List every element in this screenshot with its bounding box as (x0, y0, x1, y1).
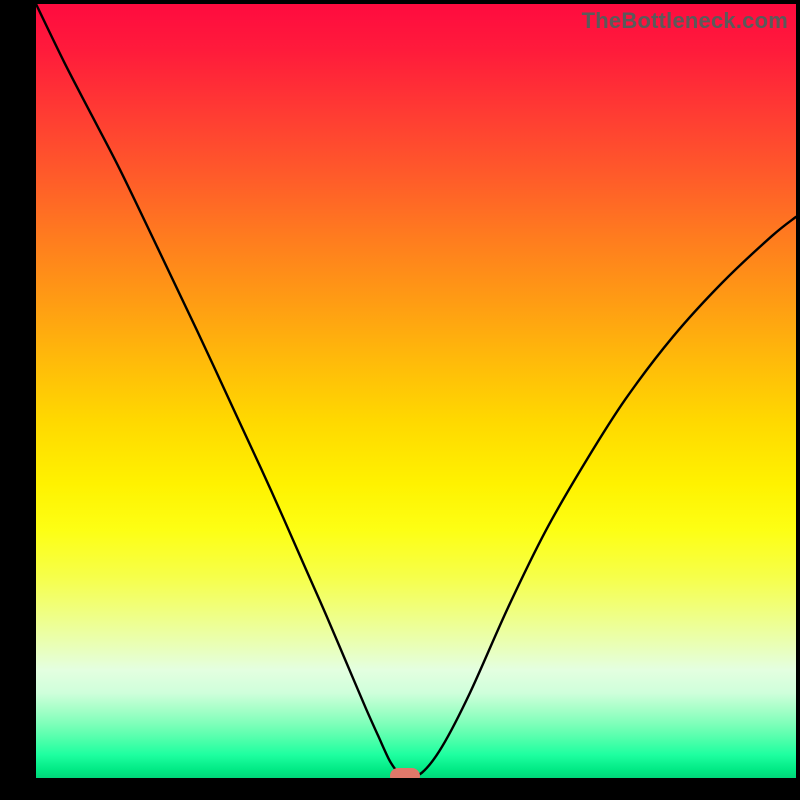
chart-frame: TheBottleneck.com (0, 0, 800, 800)
watermark-text: TheBottleneck.com (582, 8, 788, 34)
bottleneck-curve (36, 4, 796, 778)
optimum-marker (390, 768, 420, 778)
plot-area: TheBottleneck.com (36, 4, 796, 778)
